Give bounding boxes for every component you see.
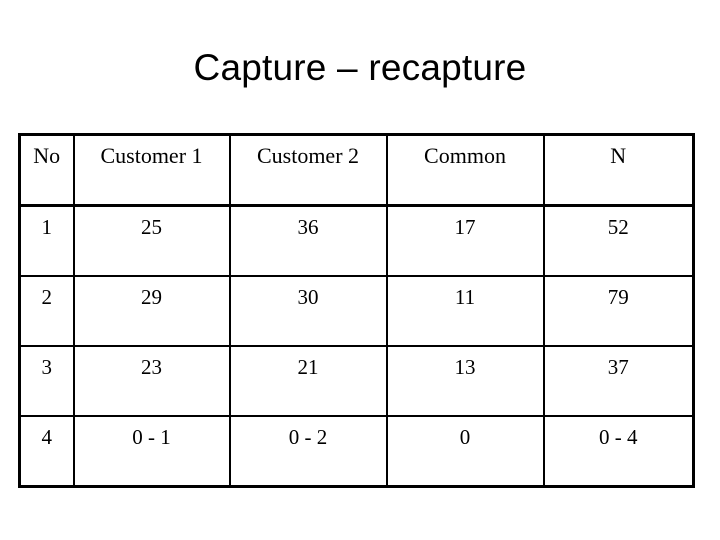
cell-customer2: 21 xyxy=(228,345,388,417)
cell-common: 13 xyxy=(385,345,545,417)
table-header-row: No Customer 1 Customer 2 Common N xyxy=(18,133,695,207)
cell-common: 11 xyxy=(385,275,545,347)
capture-recapture-table: No Customer 1 Customer 2 Common N 1 25 3… xyxy=(18,133,695,488)
cell-no: 2 xyxy=(18,275,75,347)
cell-customer1: 29 xyxy=(72,275,231,347)
cell-no: 1 xyxy=(18,204,75,277)
cell-customer2: 30 xyxy=(228,275,388,347)
cell-customer2: 36 xyxy=(228,204,388,277)
cell-n: 37 xyxy=(542,345,695,417)
cell-n: 0 - 4 xyxy=(542,415,695,488)
cell-n: 52 xyxy=(542,204,695,277)
table-row: 2 29 30 11 79 xyxy=(18,275,695,347)
cell-customer2: 0 - 2 xyxy=(228,415,388,488)
table-header: No Customer 1 Customer 2 Common N xyxy=(18,133,695,207)
column-header-customer1: Customer 1 xyxy=(72,133,231,207)
table-row: 4 0 - 1 0 - 2 0 0 - 4 xyxy=(18,415,695,488)
cell-no: 4 xyxy=(18,415,75,488)
table-container: No Customer 1 Customer 2 Common N 1 25 3… xyxy=(18,133,695,488)
cell-common: 17 xyxy=(385,204,545,277)
cell-common: 0 xyxy=(385,415,545,488)
cell-no: 3 xyxy=(18,345,75,417)
table-body: 1 25 36 17 52 2 29 30 11 79 3 23 21 13 3… xyxy=(18,204,695,488)
column-header-n: N xyxy=(542,133,695,207)
cell-n: 79 xyxy=(542,275,695,347)
page-title: Capture – recapture xyxy=(193,47,527,88)
table-row: 1 25 36 17 52 xyxy=(18,204,695,277)
column-header-no: No xyxy=(18,133,75,207)
column-header-customer2: Customer 2 xyxy=(228,133,388,207)
column-header-common: Common xyxy=(385,133,545,207)
cell-customer1: 25 xyxy=(72,204,231,277)
cell-customer1: 0 - 1 xyxy=(72,415,231,488)
table-row: 3 23 21 13 37 xyxy=(18,345,695,417)
cell-customer1: 23 xyxy=(72,345,231,417)
